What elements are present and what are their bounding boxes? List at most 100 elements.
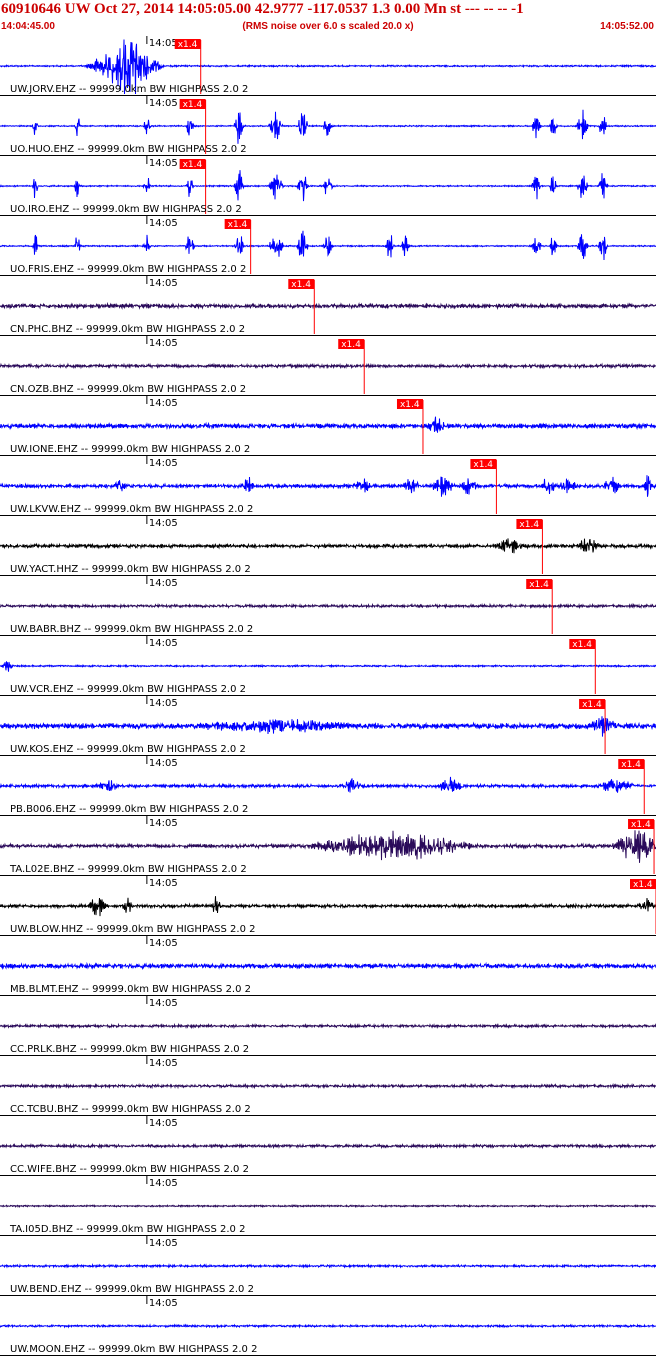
channel-row: 14:05 x1.4 UW.BABR.BHZ -- 99999.0km BW HIG…: [0, 576, 656, 636]
channel-row: 14:05 x1.4 UW.KOS.EHZ -- 99999.0km BW HIGH…: [0, 696, 656, 756]
time-tick-label: 14:05: [149, 1058, 178, 1069]
time-tick-label: 14:05: [149, 578, 178, 589]
waveform-trace: [0, 961, 656, 971]
channel-row: 14:05 x1.4 UO.IRO.EHZ -- 99999.0km BW HIGH…: [0, 156, 656, 216]
channel-label: PB.B006.EHZ -- 99999.0km BW HIGHPASS 2.0…: [10, 804, 248, 815]
channel-label: CC.TCBU.BHZ -- 99999.0km BW HIGHPASS 2.0…: [10, 1104, 251, 1115]
end-time-label: 14:05:52.00: [600, 21, 654, 32]
pick-label: x1.4: [400, 400, 420, 410]
channel-row: 14:05 x1.4 PB.B006.EHZ -- 99999.0km BW HIG…: [0, 756, 656, 816]
pick-label: x1.4: [519, 520, 539, 530]
channel-label: CN.OZB.BHZ -- 99999.0km BW HIGHPASS 2.0 …: [10, 384, 246, 395]
time-tick-label: 14:05: [149, 518, 178, 529]
time-tick-label: 14:05: [149, 1298, 178, 1309]
pick-label: x1.4: [633, 880, 653, 890]
channel-row: 14:05 x1.4 UW.IONE.EHZ -- 99999.0km BW HIG…: [0, 396, 656, 456]
channel-label: MB.BLMT.EHZ -- 99999.0km BW HIGHPASS 2.0…: [10, 984, 251, 995]
waveform-trace: [0, 362, 656, 370]
scaling-note: (RMS noise over 6.0 s scaled 20.0 x): [242, 21, 414, 32]
pick-label: x1.4: [183, 160, 203, 170]
channel-label: UW.KOS.EHZ -- 99999.0km BW HIGHPASS 2.0 …: [10, 744, 246, 755]
channel-row: 14:05 CC.TCBU.BHZ -- 99999.0km BW HIGHPAS…: [0, 1056, 656, 1116]
time-tick-label: 14:05: [149, 278, 178, 289]
channel-row: 14:05 UW.BEND.EHZ -- 99999.0km BW HIGHPAS…: [0, 1236, 656, 1296]
pick-label: x1.4: [621, 760, 641, 770]
waveform-trace: [0, 1022, 656, 1030]
channel-row: 14:05 x1.4 UO.FRIS.EHZ -- 99999.0km BW HIG…: [0, 216, 656, 276]
seismogram-plot: 14:05 x1.4UW.JORV.EHZ -- 99999.0km BW HIG…: [0, 36, 656, 1356]
channel-label: UW.VCR.EHZ -- 99999.0km BW HIGHPASS 2.0 …: [10, 684, 246, 695]
pick-label: x1.4: [529, 580, 549, 590]
channel-label: UW.BLOW.HHZ -- 99999.0km BW HIGHPASS 2.0…: [10, 924, 256, 935]
waveform-trace: [0, 109, 656, 144]
channel-label: UW.BABR.BHZ -- 99999.0km BW HIGHPASS 2.0…: [10, 624, 253, 635]
waveform-trace: [0, 1082, 656, 1090]
pick-label: x1.4: [631, 820, 651, 830]
waveform-trace: [0, 776, 656, 793]
channel-row: 14:05 x1.4 UW.LKVW.EHZ -- 99999.0km BW HIG…: [0, 456, 656, 516]
waveform-trace: [0, 716, 656, 737]
channel-label: UW.YACT.HHZ -- 99999.0km BW HIGHPASS 2.0…: [10, 564, 251, 575]
time-tick-label: 14:05: [149, 458, 178, 469]
channel-row: 14:05 x1.4 UW.BLOW.HHZ -- 99999.0km BW HIG…: [0, 876, 656, 936]
waveform-trace: [0, 1203, 656, 1209]
waveform-trace: [0, 170, 656, 202]
channel-row: 14:05 TA.I05D.BHZ -- 99999.0km BW HIGHPAS…: [0, 1176, 656, 1236]
channel-label: UW.BEND.EHZ -- 99999.0km BW HIGHPASS 2.0…: [10, 1284, 254, 1295]
channel-row: 14:05 x1.4 UW.JORV.EHZ -- 99999.0km BW HIG…: [0, 36, 656, 96]
waveform-trace: [0, 896, 656, 917]
pick-label: x1.4: [582, 700, 602, 710]
waveform-trace: [0, 230, 656, 261]
channel-label: CC.WIFE.BHZ -- 99999.0km BW HIGHPASS 2.0…: [10, 1164, 249, 1175]
waveform-trace: [0, 1263, 656, 1269]
waveform-trace: [0, 475, 656, 497]
channel-row: 14:05 CC.WIFE.BHZ -- 99999.0km BW HIGHPAS…: [0, 1116, 656, 1176]
time-tick-label: 14:05: [149, 398, 178, 409]
channel-row: 14:05 x1.4 UO.HUO.EHZ -- 99999.0km BW HIGH…: [0, 96, 656, 156]
channel-label: CN.PHC.BHZ -- 99999.0km BW HIGHPASS 2.0 …: [10, 324, 245, 335]
time-tick-label: 14:05: [149, 338, 178, 349]
waveform-trace: [0, 602, 656, 610]
channel-label: CC.PRLK.BHZ -- 99999.0km BW HIGHPASS 2.0…: [10, 1044, 249, 1055]
time-tick-label: 14:05: [149, 698, 178, 709]
channel-row: 14:05 x1.4 TA.L02E.BHZ -- 99999.0km BW HIG…: [0, 816, 656, 876]
waveform-trace: [0, 416, 656, 433]
time-tick-label: 14:05: [149, 638, 178, 649]
channel-label: UW.LKVW.EHZ -- 99999.0km BW HIGHPASS 2.0…: [10, 504, 253, 515]
channel-label: TA.I05D.BHZ -- 99999.0km BW HIGHPASS 2.0…: [9, 1224, 245, 1235]
time-tick-label: 14:05: [149, 38, 178, 49]
time-tick-label: 14:05: [149, 1118, 178, 1129]
channel-label: UO.FRIS.EHZ -- 99999.0km BW HIGHPASS 2.0…: [10, 264, 246, 275]
pick-label: x1.4: [178, 40, 198, 50]
channel-row: 14:05 UW.MOON.EHZ -- 99999.0km BW HIGHPAS…: [0, 1296, 656, 1356]
channel-label: UW.JORV.EHZ -- 99999.0km BW HIGHPASS 2.0…: [10, 84, 248, 95]
channel-row: 14:05 x1.4 UW.YACT.HHZ -- 99999.0km BW HIG…: [0, 516, 656, 576]
event-title: 60910646 UW Oct 27, 2014 14:05:05.00 42.…: [1, 1, 524, 17]
waveform-trace: [0, 661, 656, 672]
time-tick-label: 14:05: [149, 938, 178, 949]
header-bar: 60910646 UW Oct 27, 2014 14:05:05.00 42.…: [0, 0, 656, 36]
time-tick-label: 14:05: [149, 998, 178, 1009]
waveform-trace: [0, 1142, 656, 1150]
pick-label: x1.4: [572, 640, 592, 650]
waveform-trace: [0, 538, 656, 554]
channel-label: UW.MOON.EHZ -- 99999.0km BW HIGHPASS 2.0…: [10, 1344, 257, 1355]
channel-row: 14:05 x1.4 UW.VCR.EHZ -- 99999.0km BW HIGH…: [0, 636, 656, 696]
time-tick-label: 14:05: [149, 98, 178, 109]
pick-label: x1.4: [228, 220, 248, 230]
channel-label: UO.IRO.EHZ -- 99999.0km BW HIGHPASS 2.0 …: [10, 204, 242, 215]
pick-label: x1.4: [183, 100, 203, 110]
channel-label: UW.IONE.EHZ -- 99999.0km BW HIGHPASS 2.0…: [10, 444, 250, 455]
pick-label: x1.4: [291, 280, 311, 290]
channel-label: UO.HUO.EHZ -- 99999.0km BW HIGHPASS 2.0 …: [10, 144, 247, 155]
channel-row: 14:05 x1.4 CN.PHC.BHZ -- 99999.0km BW HIGH…: [0, 276, 656, 336]
channel-label: TA.L02E.BHZ -- 99999.0km BW HIGHPASS 2.0…: [9, 864, 247, 875]
channel-row: 14:05 CC.PRLK.BHZ -- 99999.0km BW HIGHPAS…: [0, 996, 656, 1056]
time-tick-label: 14:05: [149, 878, 178, 889]
time-tick-label: 14:05: [149, 758, 178, 769]
pick-label: x1.4: [473, 460, 493, 470]
time-tick-label: 14:05: [149, 818, 178, 829]
waveform-trace: [0, 830, 656, 863]
channel-row: 14:05 x1.4 CN.OZB.BHZ -- 99999.0km BW HIGH…: [0, 336, 656, 396]
pick-label: x1.4: [341, 340, 361, 350]
